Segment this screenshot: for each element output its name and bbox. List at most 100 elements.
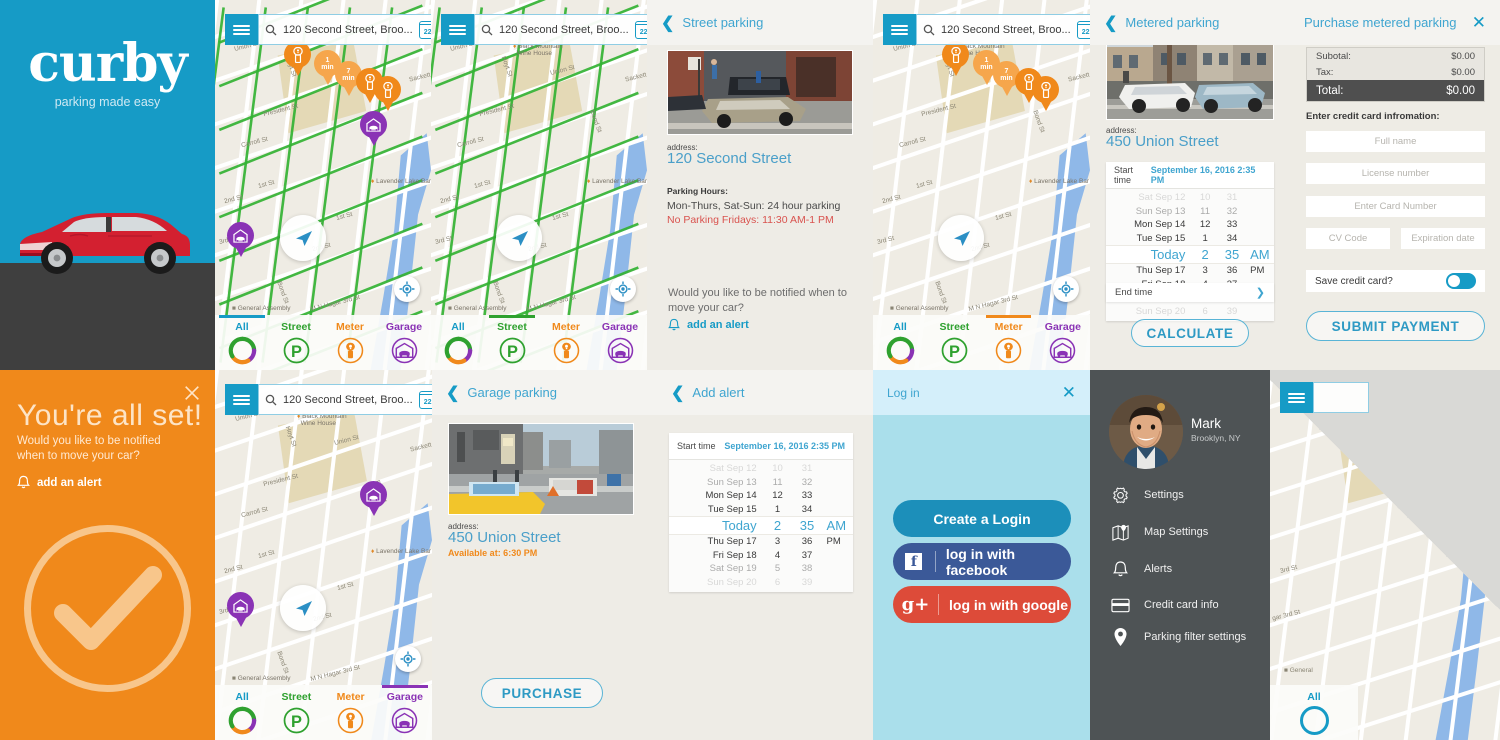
tabbar[interactable]: All Street P Meter Garage <box>873 315 1090 370</box>
tab-all[interactable]: All <box>215 685 269 740</box>
menu-item-map-settings[interactable]: Map Settings <box>1109 521 1208 543</box>
search-bar[interactable]: 120 Second Street, Broo... 22 <box>441 14 647 45</box>
locate-me-button[interactable] <box>1053 276 1079 302</box>
tab-garage[interactable]: Garage <box>378 685 432 740</box>
time-picker-row[interactable]: Sun Sep 13 11 32 <box>669 476 853 490</box>
search-bar[interactable]: 120 Second Street, Broo... 22 <box>225 14 431 45</box>
search-bar[interactable] <box>1280 382 1369 413</box>
screen-map-meter[interactable]: 120 Second Street, Broo... 22 Union StUn… <box>873 0 1090 370</box>
menu-item-alerts[interactable]: Alerts <box>1109 558 1172 580</box>
full-name-field[interactable]: Full name <box>1306 131 1485 152</box>
menu-item-parking-filter[interactable]: Parking filter settings <box>1109 626 1246 648</box>
tabbar-partial[interactable]: All <box>1270 685 1358 740</box>
end-time-field[interactable]: End time ❯ <box>1106 283 1274 302</box>
cv-code-field[interactable]: CV Code <box>1306 228 1390 249</box>
time-picker-row[interactable]: Tue Sep 15 1 34 <box>1106 232 1274 246</box>
add-alert-button[interactable]: add an alert <box>668 318 749 332</box>
time-picker-row[interactable]: Today 2 35 AM <box>1106 245 1274 264</box>
search-input[interactable]: 120 Second Street, Broo... 22 <box>474 14 647 45</box>
garage-pin[interactable] <box>227 592 254 627</box>
search-bar[interactable]: 120 Second Street, Broo... 22 <box>225 384 432 415</box>
search-input[interactable]: 120 Second Street, Broo... 22 <box>916 14 1090 45</box>
time-picker-row[interactable]: Sun Sep 13 11 32 <box>1106 205 1274 219</box>
hamburger-icon[interactable] <box>883 14 916 45</box>
menu-item-credit-card[interactable]: Credit card info <box>1109 594 1219 616</box>
hamburger-icon[interactable] <box>1280 382 1313 413</box>
calendar-icon[interactable]: 22 <box>418 390 432 409</box>
start-time-picker[interactable]: Start time September 16, 2016 2:35 PM Sa… <box>669 433 853 592</box>
tab-meter[interactable]: Meter <box>539 315 593 370</box>
tab-street[interactable]: Street P <box>485 315 539 370</box>
time-picker-row[interactable]: Mon Sep 14 12 33 <box>669 489 853 503</box>
garage-pin[interactable] <box>360 111 387 146</box>
hamburger-icon[interactable] <box>225 384 258 415</box>
calendar-icon[interactable]: 22 <box>418 20 431 39</box>
time-picker-row[interactable]: Thu Sep 17 3 36 PM <box>1106 264 1274 278</box>
tabbar[interactable]: All Street P Meter Garage <box>215 315 431 370</box>
screen-map-all[interactable]: Union StUnion StPresident StCarroll St1s… <box>215 0 431 370</box>
time-picker-row[interactable]: Sat Sep 12 10 31 <box>669 462 853 476</box>
add-alert-button[interactable]: add an alert <box>17 475 102 490</box>
tab-all[interactable]: All <box>431 315 485 370</box>
tab-street[interactable]: Street P <box>269 685 323 740</box>
calculate-button[interactable]: CALCULATE <box>1131 319 1249 347</box>
screen-map-street[interactable]: 120 Second Street, Broo... 22 Union St Un… <box>431 0 647 370</box>
tab-all[interactable]: All <box>215 315 269 370</box>
time-picker-row[interactable]: Today 2 35 AM <box>669 516 853 535</box>
tabbar[interactable]: All Street P Meter Garage <box>431 315 647 370</box>
hamburger-icon[interactable] <box>225 14 258 45</box>
time-picker-rows[interactable]: Sat Sep 12 10 31 Sun Sep 13 11 32 Mon Sep 14 12… <box>669 460 853 592</box>
card-number-field[interactable]: Enter Card Number <box>1306 196 1485 217</box>
chevron-left-icon[interactable]: ❮ <box>671 383 684 403</box>
close-icon[interactable]: ✕ <box>1062 383 1076 403</box>
avatar[interactable] <box>1109 395 1183 469</box>
tab-meter[interactable]: Meter <box>324 685 378 740</box>
search-input[interactable] <box>1313 382 1369 413</box>
locate-me-button[interactable] <box>610 276 636 302</box>
tabbar[interactable]: All Street P Meter Garage <box>215 685 432 740</box>
time-picker-row[interactable]: Sun Sep 20 6 39 <box>1106 305 1274 319</box>
tab-street[interactable]: Street P <box>269 315 323 370</box>
meter-pin[interactable] <box>942 41 969 76</box>
calendar-icon[interactable]: 22 <box>1076 20 1090 39</box>
tab-street[interactable]: Street P <box>927 315 981 370</box>
chevron-left-icon[interactable]: ❮ <box>1104 13 1117 33</box>
calendar-icon[interactable]: 22 <box>634 20 647 39</box>
meter-pin[interactable] <box>1032 76 1059 111</box>
garage-pin[interactable] <box>360 481 387 516</box>
save-credit-card-toggle[interactable] <box>1446 273 1476 289</box>
meter-pin[interactable] <box>374 76 401 111</box>
tab-all[interactable]: All <box>873 315 927 370</box>
meter-pin[interactable] <box>284 41 311 76</box>
license-number-field[interactable]: License number <box>1306 163 1485 184</box>
time-picker-row[interactable]: Sat Sep 19 5 38 <box>669 562 853 576</box>
locate-me-button[interactable] <box>395 646 421 672</box>
time-picker-row[interactable]: Sun Sep 20 6 39 <box>669 576 853 590</box>
time-picker-row[interactable]: Mon Sep 14 12 33 <box>1106 218 1274 232</box>
facebook-login-button[interactable]: f log in with facebook <box>893 543 1071 580</box>
locate-me-button[interactable] <box>394 276 420 302</box>
chevron-left-icon[interactable]: ❮ <box>446 383 459 403</box>
tab-garage[interactable]: Garage <box>593 315 647 370</box>
purchase-button[interactable]: PURCHASE <box>481 678 603 708</box>
tab-meter[interactable]: Meter <box>982 315 1036 370</box>
chevron-left-icon[interactable]: ❮ <box>661 13 674 33</box>
time-picker-row[interactable]: Thu Sep 17 3 36 PM <box>669 535 853 549</box>
submit-payment-button[interactable]: SUBMIT PAYMENT <box>1306 311 1485 341</box>
close-icon[interactable]: ✕ <box>1472 13 1486 33</box>
search-input[interactable]: 120 Second Street, Broo... 22 <box>258 384 432 415</box>
garage-pin[interactable] <box>227 222 254 257</box>
save-credit-card-row[interactable]: Save credit card? <box>1306 270 1485 292</box>
screen-map-stub[interactable]: ■ General 3rd St gar 3rd St All <box>1270 370 1500 740</box>
search-bar[interactable]: 120 Second Street, Broo... 22 <box>883 14 1090 45</box>
tab-meter[interactable]: Meter <box>323 315 377 370</box>
screen-map-garage[interactable]: 120 Second Street, Broo... 22 Union St Un… <box>215 370 432 740</box>
expiration-date-field[interactable]: Expiration date <box>1401 228 1485 249</box>
time-picker-row[interactable]: Tue Sep 15 1 34 <box>669 503 853 517</box>
google-login-button[interactable]: g+ log in with google <box>893 586 1071 623</box>
hamburger-icon[interactable] <box>441 14 474 45</box>
search-input[interactable]: 120 Second Street, Broo... 22 <box>258 14 431 45</box>
tab-garage[interactable]: Garage <box>377 315 431 370</box>
menu-item-settings[interactable]: Settings <box>1109 484 1184 506</box>
time-picker-row[interactable]: Fri Sep 18 4 37 <box>669 549 853 563</box>
